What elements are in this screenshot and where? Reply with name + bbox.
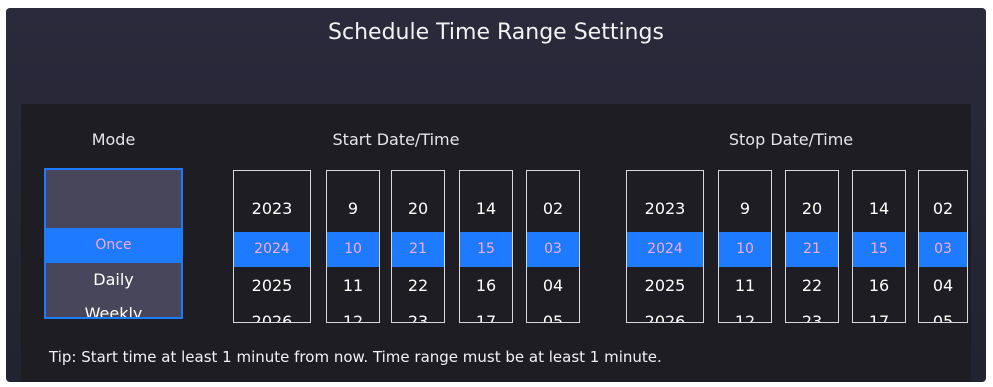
start-hour-selected[interactable]: 15 (460, 232, 512, 266)
start-hour-prev2[interactable]: 13 (460, 171, 512, 183)
stop-hour-selected[interactable]: 15 (853, 232, 905, 266)
stop-day-prev2[interactable]: 19 (786, 171, 838, 183)
start-year-selected[interactable]: 2024 (234, 232, 310, 266)
stop-hour-next[interactable]: 16 (853, 269, 905, 303)
stop-year-prev[interactable]: 2023 (627, 192, 703, 226)
stop-day-picker[interactable]: 19 20 21 22 23 (785, 170, 839, 323)
stop-year-selected[interactable]: 2024 (627, 232, 703, 266)
stop-minute-selected[interactable]: 03 (919, 232, 967, 266)
start-month-picker[interactable]: 8 9 10 11 12 (326, 170, 380, 323)
start-month-prev[interactable]: 9 (327, 192, 379, 226)
stop-hour-picker[interactable]: 13 14 15 16 17 (852, 170, 906, 323)
start-hour-prev[interactable]: 14 (460, 192, 512, 226)
stop-minute-picker[interactable]: 01 02 03 04 05 (918, 170, 968, 323)
dialog-title: Schedule Time Range Settings (328, 20, 664, 45)
stop-day-prev[interactable]: 20 (786, 192, 838, 226)
start-day-prev[interactable]: 20 (392, 192, 444, 226)
settings-panel: Mode Start Date/Time Stop Date/Time Once… (21, 104, 971, 382)
start-hour-next2[interactable]: 17 (460, 305, 512, 322)
stop-year-next[interactable]: 2025 (627, 269, 703, 303)
start-year-prev2[interactable]: 2022 (234, 171, 310, 183)
tip-text: Tip: Start time at least 1 minute from n… (49, 348, 662, 366)
stop-minute-next[interactable]: 04 (919, 269, 967, 303)
start-minute-prev2[interactable]: 01 (527, 171, 579, 183)
start-hour-next[interactable]: 16 (460, 269, 512, 303)
mode-option-daily[interactable]: Daily (46, 263, 181, 297)
start-datetime-header: Start Date/Time (332, 130, 460, 149)
stop-year-next2[interactable]: 2026 (627, 305, 703, 322)
start-day-prev2[interactable]: 19 (392, 171, 444, 183)
stop-month-selected[interactable]: 10 (719, 232, 771, 266)
stop-datetime-header: Stop Date/Time (728, 130, 854, 149)
start-minute-next2[interactable]: 05 (527, 305, 579, 322)
stop-month-prev2[interactable]: 8 (719, 171, 771, 183)
start-hour-picker[interactable]: 13 14 15 16 17 (459, 170, 513, 323)
start-minute-prev[interactable]: 02 (527, 192, 579, 226)
stop-year-picker[interactable]: 2022 2023 2024 2025 2026 (626, 170, 704, 323)
start-day-next2[interactable]: 23 (392, 305, 444, 322)
stop-minute-prev[interactable]: 02 (919, 192, 967, 226)
start-month-next[interactable]: 11 (327, 269, 379, 303)
mode-option-once[interactable]: Once (46, 228, 181, 262)
start-minute-next[interactable]: 04 (527, 269, 579, 303)
mode-option-blank[interactable] (46, 170, 181, 203)
stop-year-prev2[interactable]: 2022 (627, 171, 703, 183)
mode-picker[interactable]: Once Daily Weekly (44, 168, 183, 319)
start-minute-selected[interactable]: 03 (527, 232, 579, 266)
stop-hour-prev[interactable]: 14 (853, 192, 905, 226)
stop-hour-prev2[interactable]: 13 (853, 171, 905, 183)
stop-month-picker[interactable]: 8 9 10 11 12 (718, 170, 772, 323)
start-day-picker[interactable]: 19 20 21 22 23 (391, 170, 445, 323)
start-minute-picker[interactable]: 01 02 03 04 05 (526, 170, 580, 323)
stop-month-prev[interactable]: 9 (719, 192, 771, 226)
start-month-prev2[interactable]: 8 (327, 171, 379, 183)
start-year-next2[interactable]: 2026 (234, 305, 310, 322)
start-month-selected[interactable]: 10 (327, 232, 379, 266)
stop-hour-next2[interactable]: 17 (853, 305, 905, 322)
stop-day-selected[interactable]: 21 (786, 232, 838, 266)
stop-minute-prev2[interactable]: 01 (919, 171, 967, 183)
start-year-prev[interactable]: 2023 (234, 192, 310, 226)
start-month-next2[interactable]: 12 (327, 305, 379, 322)
stop-day-next[interactable]: 22 (786, 269, 838, 303)
stop-month-next[interactable]: 11 (719, 269, 771, 303)
stop-day-next2[interactable]: 23 (786, 305, 838, 322)
dialog: Schedule Time Range Settings Mode Start … (6, 8, 986, 382)
start-year-picker[interactable]: 2022 2023 2024 2025 2026 (233, 170, 311, 323)
stop-month-next2[interactable]: 12 (719, 305, 771, 322)
mode-option-weekly[interactable]: Weekly (46, 297, 181, 317)
mode-header: Mode (91, 130, 136, 149)
start-day-next[interactable]: 22 (392, 269, 444, 303)
start-day-selected[interactable]: 21 (392, 232, 444, 266)
start-year-next[interactable]: 2025 (234, 269, 310, 303)
stop-minute-next2[interactable]: 05 (919, 305, 967, 322)
